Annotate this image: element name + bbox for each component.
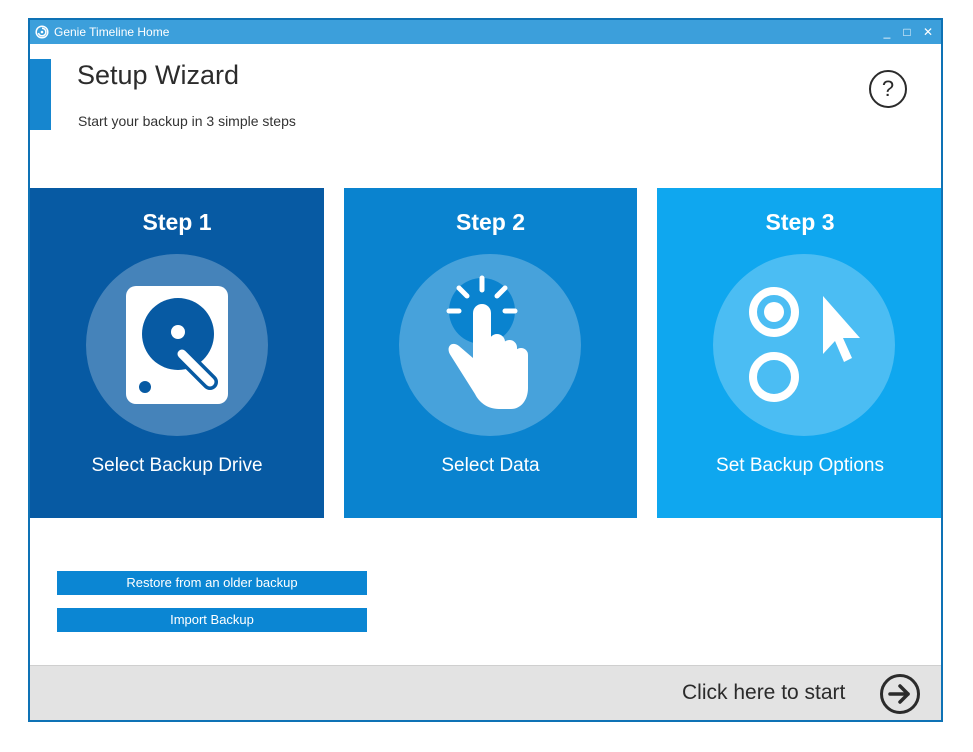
step-1-card[interactable]: Step 1 Select Backup Drive: [30, 188, 324, 518]
step-1-label: Select Backup Drive: [91, 455, 263, 476]
arrow-circle-right-icon[interactable]: [879, 673, 921, 715]
step-2-icon-circle: [399, 254, 581, 436]
app-logo-icon: [35, 25, 49, 39]
page-subtitle: Start your backup in 3 simple steps: [78, 113, 296, 129]
app-window: Genie Timeline Home _ □ ✕ Setup Wizard S…: [28, 18, 943, 722]
start-label: Click here to start: [682, 681, 846, 704]
step-3-icon-circle: [713, 254, 895, 436]
step-1-title: Step 1: [142, 209, 212, 235]
title-bar[interactable]: Genie Timeline Home _ □ ✕: [30, 20, 941, 44]
restore-backup-button[interactable]: Restore from an older backup: [57, 571, 367, 595]
step-1-icon-circle: [86, 254, 268, 436]
step-3-title: Step 3: [765, 209, 835, 235]
step-2-card[interactable]: Step 2 Select Data: [344, 188, 637, 518]
header-accent-bar: [30, 59, 51, 130]
step-2-title: Step 2: [455, 209, 526, 235]
step-3-card[interactable]: Step 3 Set Backup Options: [657, 188, 941, 518]
close-button[interactable]: ✕: [919, 22, 937, 42]
tap-hand-icon: [446, 275, 528, 409]
help-button[interactable]: ?: [869, 70, 907, 108]
hard-drive-icon: [126, 286, 228, 404]
page-title: Setup Wizard: [77, 60, 240, 90]
window-title: Genie Timeline Home: [54, 25, 170, 39]
options-cursor-icon: [749, 287, 860, 402]
step-2-label: Select Data: [441, 455, 540, 476]
step-3-label: Set Backup Options: [716, 455, 884, 476]
start-footer-button[interactable]: Click here to start: [30, 665, 941, 720]
import-backup-button[interactable]: Import Backup: [57, 608, 367, 632]
minimize-button[interactable]: _: [878, 22, 896, 42]
maximize-button[interactable]: □: [898, 22, 916, 42]
